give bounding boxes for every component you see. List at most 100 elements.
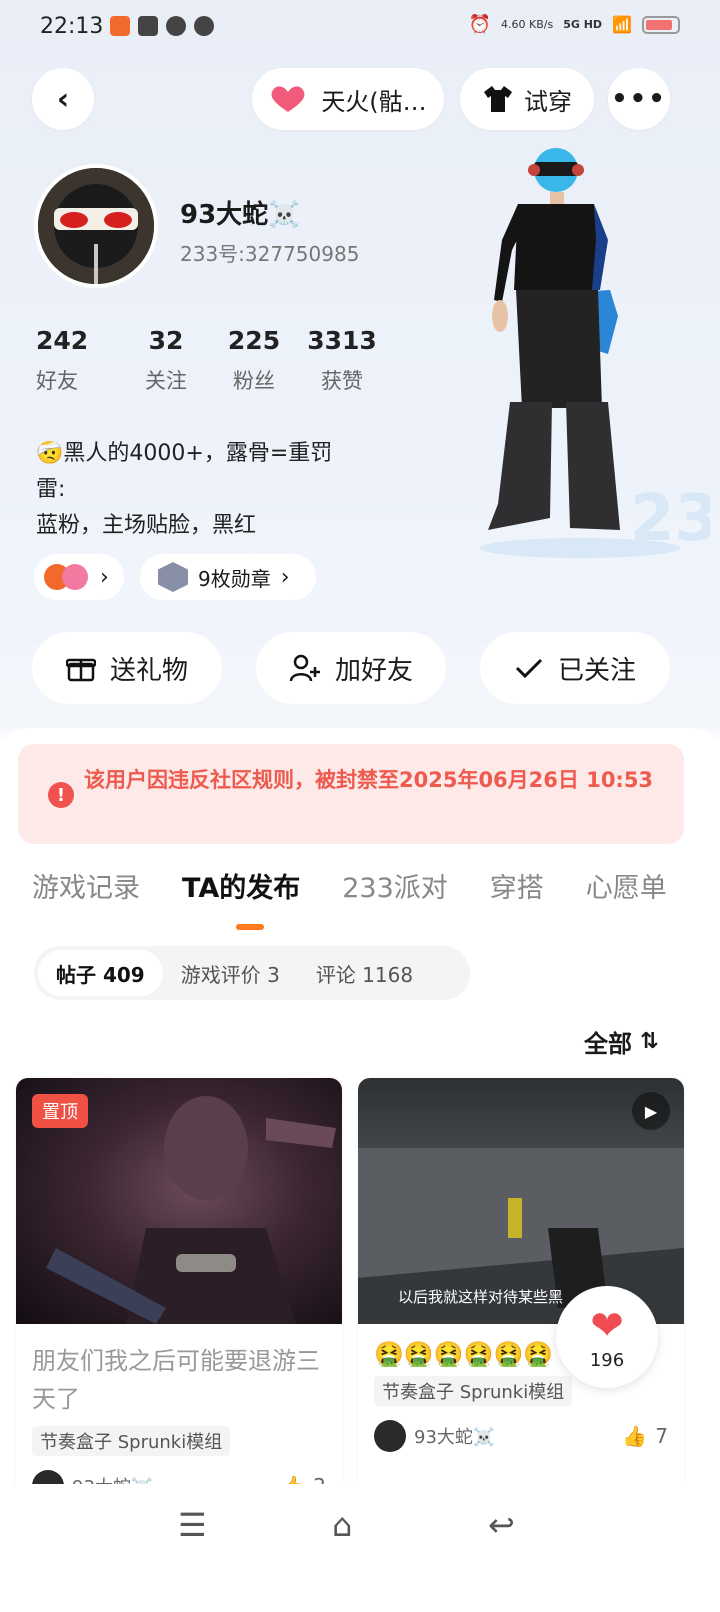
- stat-value: 225: [227, 326, 281, 355]
- heart-icon: ❤: [590, 1302, 624, 1349]
- stat-label: 粉丝: [233, 369, 275, 393]
- try-on-button[interactable]: 试穿: [460, 68, 594, 130]
- sort-icon: ⇅: [640, 1029, 659, 1054]
- try-on-label: 试穿: [524, 87, 572, 116]
- heart-icon: [271, 86, 305, 112]
- game-tag[interactable]: 节奏盒子 Sprunki模组: [374, 1376, 573, 1406]
- stat-friends[interactable]: 242 好友: [36, 326, 122, 395]
- like-count: 7: [655, 1424, 668, 1448]
- tab-wishlist[interactable]: 心愿单: [586, 866, 667, 905]
- badges-button[interactable]: ›: [34, 554, 124, 600]
- subtab-posts[interactable]: 帖子 409: [38, 950, 163, 996]
- followed-label: 已关注: [557, 655, 636, 686]
- user-avatar[interactable]: [34, 164, 158, 288]
- tab-posts[interactable]: TA的发布: [182, 866, 300, 905]
- stat-value: 32: [148, 326, 184, 355]
- profile-stats: 242 好友 32 关注 225 粉丝 3313 获赞: [36, 326, 386, 395]
- skin-button[interactable]: 天火(骷…: [252, 68, 444, 130]
- floating-like-count: 196: [589, 1349, 625, 1371]
- tab-game-records[interactable]: 游戏记录: [32, 866, 140, 905]
- menu-icon[interactable]: ☰: [178, 1506, 207, 1544]
- notification-icons: [110, 16, 214, 36]
- chevron-right-icon: ›: [100, 564, 109, 590]
- add-friend-button[interactable]: 加好友: [256, 632, 446, 704]
- battery-icon: [642, 15, 680, 34]
- network-speed: 4.60 KB/s: [501, 18, 554, 31]
- thumb-up-icon: 👍: [622, 1424, 648, 1448]
- pinned-badge: 置顶: [32, 1094, 88, 1128]
- add-friend-label: 加好友: [334, 655, 413, 686]
- app-notification-icon: [110, 16, 130, 36]
- video-subtitle: 以后我就这样对待某些黑: [398, 1288, 564, 1306]
- stat-label: 好友: [36, 369, 78, 393]
- back-nav-icon[interactable]: ↩: [488, 1506, 515, 1544]
- stat-value: 242: [36, 326, 89, 355]
- chevron-right-icon: ›: [280, 564, 290, 590]
- followed-button[interactable]: 已关注: [480, 632, 670, 704]
- sort-label: 全部: [584, 1030, 632, 1058]
- stat-label: 关注: [145, 369, 187, 393]
- mail-icon: [138, 16, 158, 36]
- stat-value: 3313: [307, 326, 377, 355]
- check-icon: [515, 658, 543, 679]
- more-icon: •••: [611, 84, 667, 114]
- alert-icon: !: [48, 782, 74, 808]
- tab-party[interactable]: 233派对: [342, 866, 448, 905]
- avatar-image: [38, 168, 154, 284]
- shirt-icon: [484, 86, 512, 112]
- svg-text:233: 233: [630, 482, 710, 556]
- tab-outfits[interactable]: 穿搭: [490, 866, 544, 905]
- author-avatar: [374, 1420, 406, 1452]
- stat-label: 获赞: [321, 369, 363, 393]
- home-icon[interactable]: ⌂: [332, 1506, 352, 1544]
- post-card[interactable]: ▶ 以后我就这样对待某些黑 🤮🤮🤮🤮🤮🤮 节奏盒子 Sprunki模组 93大蛇…: [358, 1078, 684, 1498]
- stat-likes[interactable]: 3313 获赞: [298, 326, 386, 395]
- post-subtabs: 帖子 409 游戏评价 3 评论 1168: [34, 946, 470, 1000]
- sort-dropdown[interactable]: 全部 ⇅: [584, 1024, 658, 1059]
- chat-icon: [194, 16, 214, 36]
- like-button[interactable]: 👍 7: [622, 1424, 668, 1448]
- status-right: ⏰ 4.60 KB/s 5G HD 📶: [469, 14, 680, 35]
- stat-following[interactable]: 32 关注: [122, 326, 210, 395]
- bio-line: 雷:: [36, 477, 66, 502]
- ban-notice-text: 该用户因违反社区规则，被封禁至2025年06月26日 10:53: [84, 768, 654, 792]
- back-button[interactable]: ‹: [32, 68, 94, 130]
- author-name: 93大蛇☠️: [414, 1427, 496, 1448]
- character-avatar-3d[interactable]: 233: [470, 140, 710, 560]
- subtab-game-reviews[interactable]: 游戏评价 3: [163, 950, 298, 996]
- post-title: 朋友们我之后可能要退游三天了: [32, 1347, 320, 1413]
- game-tag[interactable]: 节奏盒子 Sprunki模组: [32, 1426, 231, 1456]
- floating-like-button[interactable]: ❤ 196: [556, 1286, 658, 1388]
- active-tab-indicator: [236, 924, 264, 930]
- user-id: 233号:327750985: [180, 242, 360, 266]
- subtab-comments[interactable]: 评论 1168: [298, 950, 431, 996]
- profile-tabs: 游戏记录 TA的发布 233派对 穿搭 心愿单: [32, 866, 667, 905]
- alarm-icon: [166, 16, 186, 36]
- post-footer: 93大蛇☠️ 👍 7: [358, 1406, 684, 1466]
- bio-line: 蓝粉，主场贴脸，黑红: [36, 513, 257, 538]
- user-bio: 🤕黑人的4000+，露骨=重罚 雷: 蓝粉，主场贴脸，黑红: [36, 436, 332, 544]
- stat-fans[interactable]: 225 粉丝: [210, 326, 298, 395]
- bio-line: 🤕黑人的4000+，露骨=重罚: [36, 441, 333, 466]
- network-type: 5G HD: [563, 18, 603, 31]
- send-gift-button[interactable]: 送礼物: [32, 632, 222, 704]
- more-button[interactable]: •••: [608, 68, 670, 130]
- medal-icon: [158, 562, 188, 592]
- medals-label: 9枚勋章: [198, 566, 271, 591]
- gift-icon: [65, 658, 96, 682]
- status-time: 22:13: [40, 14, 104, 39]
- alarm-status-icon: ⏰: [468, 14, 492, 35]
- play-icon[interactable]: ▶: [632, 1092, 670, 1130]
- system-nav-bar: [0, 1484, 720, 1612]
- medals-button[interactable]: 9枚勋章 ›: [140, 554, 316, 600]
- post-card[interactable]: 置顶 朋友们我之后可能要退游三天了 节奏盒子 Sprunki模组 93大蛇☠️ …: [16, 1078, 342, 1498]
- wifi-icon: 📶: [612, 15, 632, 34]
- add-user-icon: [289, 654, 320, 682]
- chevron-left-icon: ‹: [56, 81, 70, 117]
- username: 93大蛇☠️: [180, 200, 301, 230]
- badge-icon: [62, 564, 88, 590]
- send-gift-label: 送礼物: [109, 655, 188, 686]
- post-thumbnail: ▶ 以后我就这样对待某些黑: [358, 1078, 684, 1324]
- post-thumbnail: 置顶: [16, 1078, 342, 1324]
- skin-label: 天火(骷…: [321, 87, 427, 116]
